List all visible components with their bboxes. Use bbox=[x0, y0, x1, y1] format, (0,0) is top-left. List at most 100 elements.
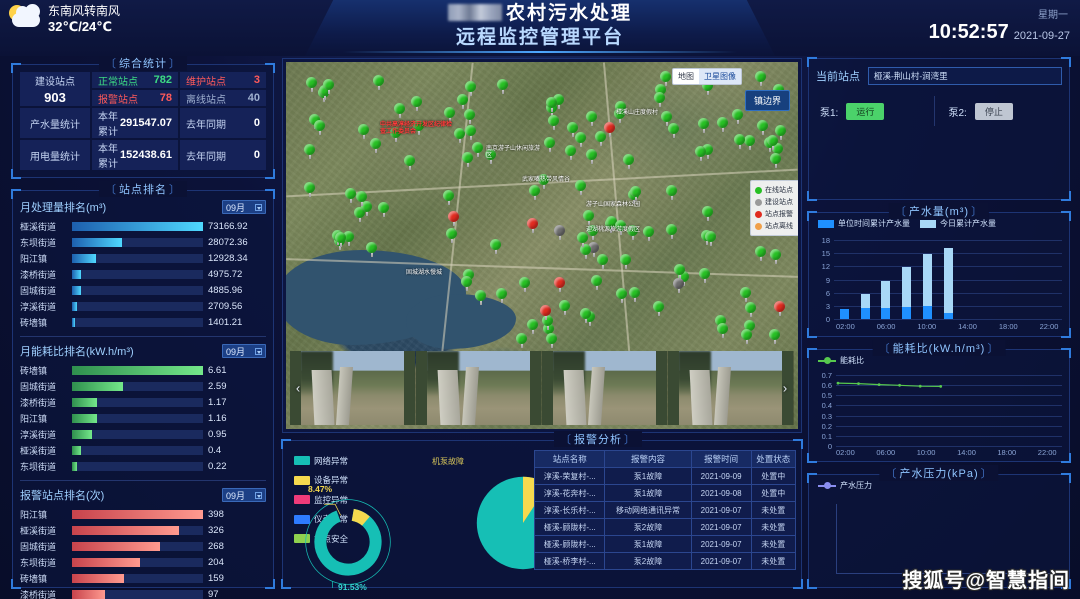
map-station-pin[interactable] bbox=[774, 301, 785, 316]
map-station-pin[interactable] bbox=[529, 185, 540, 200]
map-station-pin[interactable] bbox=[755, 71, 766, 86]
map-station-pin[interactable] bbox=[695, 146, 706, 161]
map-station-pin[interactable] bbox=[448, 211, 459, 226]
map-station-pin[interactable] bbox=[554, 277, 565, 292]
map-station-pin[interactable] bbox=[770, 249, 781, 264]
station-photo-carousel[interactable]: ‹ › bbox=[290, 351, 794, 425]
table-row[interactable]: 淳溪-花奔村-... 泵1故障 2021-09-08 处置中 bbox=[533, 484, 797, 502]
map-station-pin[interactable] bbox=[717, 323, 728, 338]
map-station-pin[interactable] bbox=[411, 96, 422, 111]
map-station-pin[interactable] bbox=[745, 302, 756, 317]
table-row[interactable]: 桠溪-桥李村-... 泵2故障 2021-09-07 未处置 bbox=[533, 552, 797, 570]
carousel-photo[interactable] bbox=[542, 351, 668, 425]
map-station-pin[interactable] bbox=[660, 71, 671, 86]
carousel-photo[interactable]: › bbox=[668, 351, 794, 425]
legend-item[interactable]: 能耗比 bbox=[818, 355, 864, 366]
map-station-pin[interactable] bbox=[744, 135, 755, 150]
map-station-pin[interactable] bbox=[620, 254, 631, 269]
legend-item[interactable]: 网络异常 bbox=[294, 455, 378, 467]
map-station-pin[interactable] bbox=[629, 287, 640, 302]
map-station-pin[interactable] bbox=[544, 137, 555, 152]
map-station-pin[interactable] bbox=[304, 144, 315, 159]
legend-item[interactable]: 产水压力 bbox=[818, 480, 872, 491]
map-station-pin[interactable] bbox=[770, 153, 781, 168]
map-station-pin[interactable] bbox=[767, 135, 778, 150]
map-station-pin[interactable] bbox=[546, 97, 557, 112]
treatment-month-select[interactable]: 09月 bbox=[222, 200, 266, 214]
map-station-pin[interactable] bbox=[378, 202, 389, 217]
map-station-pin[interactable] bbox=[577, 232, 588, 247]
map-station-pin[interactable] bbox=[559, 300, 570, 315]
map-station-pin[interactable] bbox=[623, 154, 634, 169]
map-station-pin[interactable] bbox=[519, 277, 530, 292]
table-row[interactable]: 桠溪-顾陇村-... 泵1故障 2021-09-07 未处置 bbox=[533, 535, 797, 553]
map-station-pin[interactable] bbox=[580, 308, 591, 323]
pump2-status-badge[interactable]: 停止 bbox=[974, 102, 1013, 120]
map-station-pin[interactable] bbox=[734, 134, 745, 149]
map-station-pin[interactable] bbox=[769, 329, 780, 344]
map-station-pin[interactable] bbox=[394, 103, 405, 118]
map-station-pin[interactable] bbox=[464, 109, 475, 124]
map-station-pin[interactable] bbox=[755, 246, 766, 261]
map-station-pin[interactable] bbox=[444, 107, 455, 122]
map-station-pin[interactable] bbox=[314, 120, 325, 135]
map-station-pin[interactable] bbox=[475, 290, 486, 305]
carousel-next-icon[interactable]: › bbox=[779, 381, 791, 396]
map-station-pin[interactable] bbox=[497, 79, 508, 94]
map-station-pin[interactable] bbox=[345, 188, 356, 203]
map-station-pin[interactable] bbox=[540, 305, 551, 320]
legend-item[interactable]: 设备异常 bbox=[294, 474, 378, 486]
carousel-photo[interactable] bbox=[416, 351, 542, 425]
map-station-pin[interactable] bbox=[673, 278, 684, 293]
alarm-month-select[interactable]: 09月 bbox=[222, 488, 266, 502]
map-station-pin[interactable] bbox=[457, 94, 468, 109]
map-station-pin[interactable] bbox=[546, 333, 557, 348]
map-toggle-map[interactable]: 地图 bbox=[673, 69, 699, 84]
map-station-pin[interactable] bbox=[674, 264, 685, 279]
map-station-pin[interactable] bbox=[358, 124, 369, 139]
map-station-pin[interactable] bbox=[698, 118, 709, 133]
map-station-pin[interactable] bbox=[356, 191, 367, 206]
carousel-prev-icon[interactable]: ‹ bbox=[292, 381, 304, 396]
map-station-pin[interactable] bbox=[446, 228, 457, 243]
map-station-pin[interactable] bbox=[586, 149, 597, 164]
map-station-pin[interactable] bbox=[465, 125, 476, 140]
map-station-pin[interactable] bbox=[527, 319, 538, 334]
map-station-pin[interactable] bbox=[597, 254, 608, 269]
alarm-donut-chart[interactable]: 8.47% 91.53% bbox=[302, 484, 394, 593]
map-station-pin[interactable] bbox=[404, 155, 415, 170]
map-station-pin[interactable] bbox=[702, 206, 713, 221]
map-station-pin[interactable] bbox=[705, 231, 716, 246]
map-station-pin[interactable] bbox=[323, 79, 334, 94]
map-station-pin[interactable] bbox=[604, 122, 615, 137]
map-toggle-satellite[interactable]: 卫星图像 bbox=[699, 69, 741, 84]
table-row[interactable]: 淳溪-荣复村-... 泵1故障 2021-09-09 处置中 bbox=[533, 467, 797, 485]
map-station-pin[interactable] bbox=[575, 132, 586, 147]
legend-item[interactable]: 今日累计产水量 bbox=[920, 218, 996, 229]
map-station-pin[interactable] bbox=[732, 109, 743, 124]
map-station-pin[interactable] bbox=[490, 239, 501, 254]
map-station-pin[interactable] bbox=[516, 333, 527, 348]
map-station-pin[interactable] bbox=[373, 75, 384, 90]
town-boundary-button[interactable]: 镇边界 bbox=[744, 90, 790, 111]
map-station-pin[interactable] bbox=[653, 301, 664, 316]
map-basemap-toggle[interactable]: 地图 卫星图像 bbox=[672, 68, 742, 85]
map-station-pin[interactable] bbox=[548, 115, 559, 130]
map-station-pin[interactable] bbox=[717, 117, 728, 132]
map-station-pin[interactable] bbox=[741, 329, 752, 344]
map-station-pin[interactable] bbox=[304, 182, 315, 197]
map-station-pin[interactable] bbox=[366, 242, 377, 257]
map-station-pin[interactable] bbox=[565, 145, 576, 160]
map-station-pin[interactable] bbox=[370, 138, 381, 153]
legend-item[interactable]: 单位时间累计产水量 bbox=[818, 218, 910, 229]
table-row[interactable]: 淳溪-长乐村-... 移动网络通讯异常 2021-09-07 未处置 bbox=[533, 501, 797, 519]
map-station-pin[interactable] bbox=[666, 224, 677, 239]
pump1-status-badge[interactable]: 运行 bbox=[846, 102, 885, 120]
map-station-pin[interactable] bbox=[461, 276, 472, 291]
map-station-pin[interactable] bbox=[472, 142, 483, 157]
map-station-pin[interactable] bbox=[654, 92, 665, 107]
map-station-pin[interactable] bbox=[643, 226, 654, 241]
map-station-pin[interactable] bbox=[666, 185, 677, 200]
map-station-pin[interactable] bbox=[740, 287, 751, 302]
map-station-pin[interactable] bbox=[586, 111, 597, 126]
